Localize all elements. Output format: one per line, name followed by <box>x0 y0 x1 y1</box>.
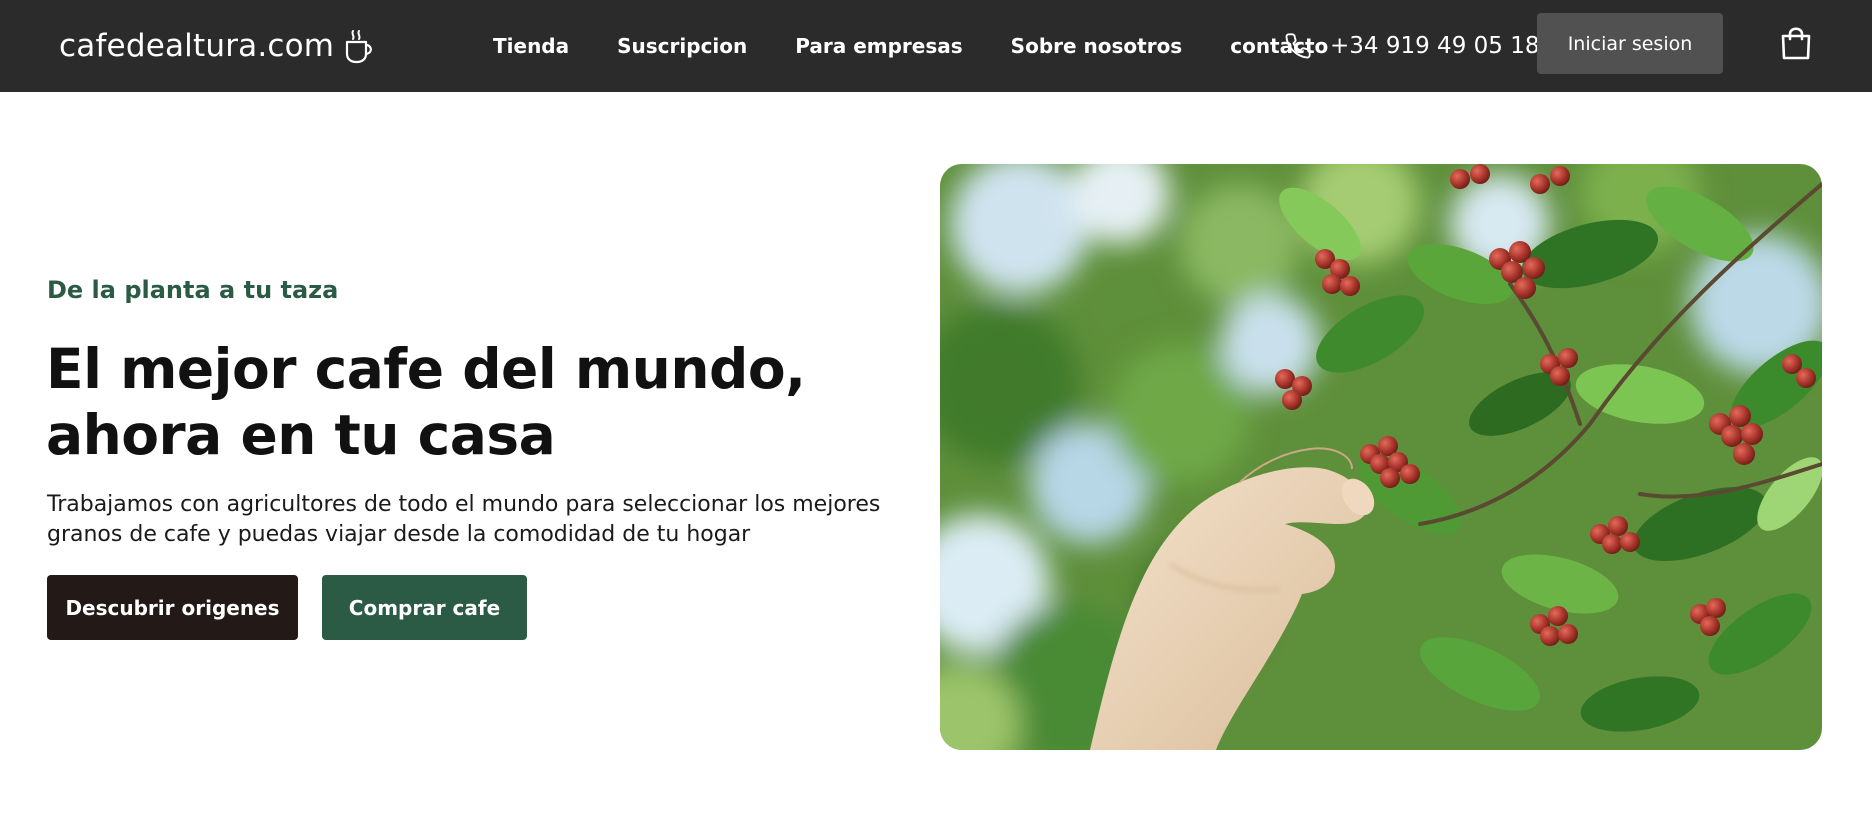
phone-contact[interactable]: +34 919 49 05 18 <box>1284 0 1539 92</box>
buy-coffee-button[interactable]: Comprar cafe <box>322 575 527 640</box>
hero-title: El mejor cafe del mundo, ahora en tu cas… <box>46 336 906 468</box>
coffee-cup-icon <box>344 28 374 64</box>
hero-title-line-2: ahora en tu casa <box>46 403 556 467</box>
logo-text: cafedealtura.com <box>59 28 335 64</box>
hero-coffee-plant-image <box>940 164 1822 750</box>
hero-description: Trabajamos con agricultores de todo el m… <box>47 490 927 550</box>
nav-tienda[interactable]: Tienda <box>493 34 569 58</box>
nav-sobre-nosotros[interactable]: Sobre nosotros <box>1011 34 1183 58</box>
login-button[interactable]: Iniciar sesion <box>1537 13 1723 74</box>
phone-number: +34 919 49 05 18 <box>1330 33 1540 59</box>
hero-title-line-1: El mejor cafe del mundo, <box>46 337 806 401</box>
nav-suscripcion[interactable]: Suscripcion <box>617 34 747 58</box>
hero-description-line-2: granos de cafe y puedas viajar desde la … <box>47 522 751 547</box>
site-logo[interactable]: cafedealtura.com <box>59 0 374 92</box>
main-nav: Tienda Suscripcion Para empresas Sobre n… <box>493 0 1328 92</box>
hero-eyebrow: De la planta a tu taza <box>47 276 339 304</box>
phone-icon <box>1284 32 1312 60</box>
hero-description-line-1: Trabajamos con agricultores de todo el m… <box>47 492 881 517</box>
discover-origins-button[interactable]: Descubrir origenes <box>47 575 298 640</box>
top-navbar: cafedealtura.com Tienda Suscripcion Para… <box>0 0 1872 92</box>
nav-para-empresas[interactable]: Para empresas <box>795 34 962 58</box>
shopping-bag-icon[interactable] <box>1779 25 1813 61</box>
